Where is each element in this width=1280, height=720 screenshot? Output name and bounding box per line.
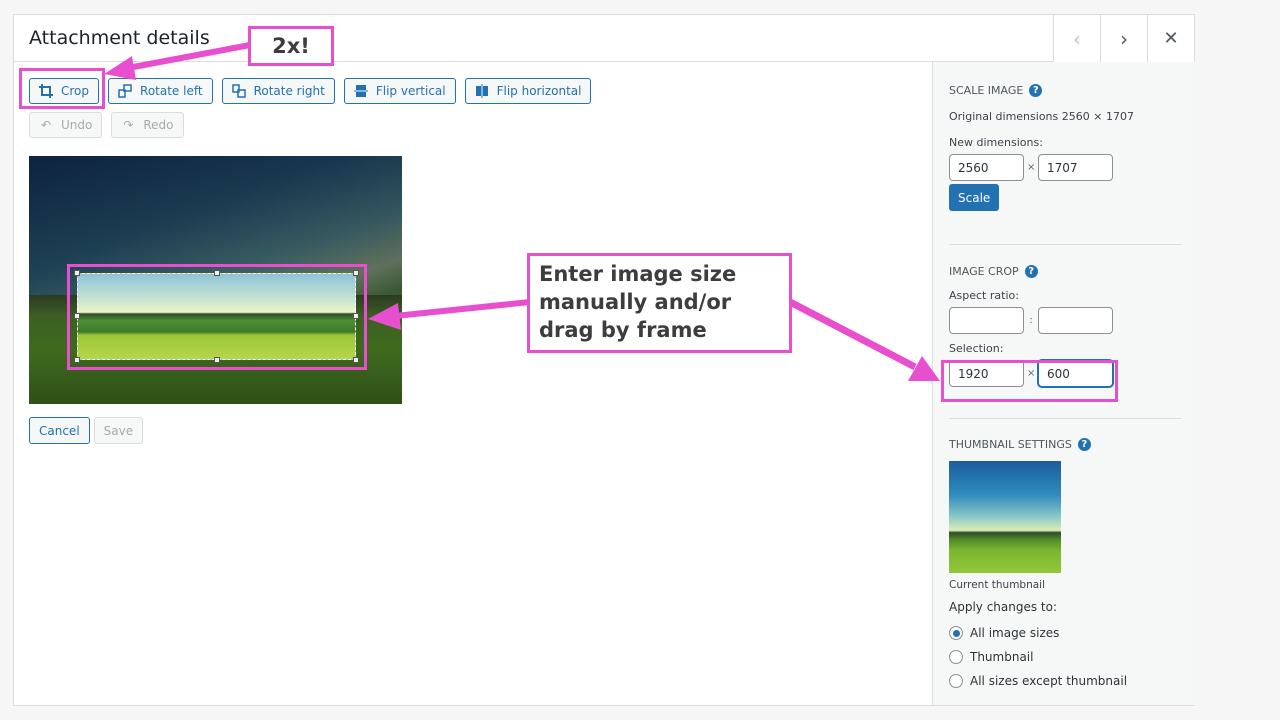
flip-vertical-icon	[353, 84, 368, 98]
image-edit-actions: Cancel Save	[29, 417, 144, 444]
highlight-crop-button	[19, 68, 105, 109]
apply-changes-options: All image sizes Thumbnail All sizes except…	[949, 621, 1181, 693]
current-thumbnail-caption: Current thumbnail	[949, 579, 1046, 591]
redo-button[interactable]: ↷ Redo	[111, 112, 184, 138]
chevron-right-icon: ›	[1120, 26, 1128, 51]
rotate-right-label: Rotate right	[253, 84, 325, 98]
highlight-crop-frame	[67, 264, 367, 370]
thumbnail-settings-title: Thumbnail Settings	[949, 438, 1072, 451]
apply-changes-label: Apply changes to:	[949, 600, 1058, 614]
flip-horizontal-label: Flip horizontal	[496, 84, 582, 98]
dimension-separator: ×	[1027, 162, 1036, 173]
previous-button[interactable]: ‹	[1053, 15, 1100, 62]
selection-label: Selection:	[949, 342, 1004, 355]
next-button[interactable]: ›	[1100, 15, 1147, 62]
apply-option[interactable]: Thumbnail	[949, 645, 1181, 669]
scale-image-section: Scale Image ? Original dimensions 2560 ×…	[949, 84, 1181, 211]
thumbnail-settings-section: Thumbnail Settings ? Current thumbnail A…	[949, 438, 1181, 693]
image-crop-title: Image Crop	[949, 265, 1019, 278]
apply-option-label: All image sizes	[970, 626, 1060, 640]
redo-label: Redo	[143, 118, 174, 132]
flip-horizontal-icon	[475, 84, 489, 98]
flip-vertical-button[interactable]: Flip vertical	[343, 78, 456, 104]
undo-label: Undo	[61, 118, 93, 132]
current-thumbnail-image	[949, 461, 1061, 573]
aspect-separator: :	[1029, 315, 1033, 326]
redo-icon: ↷	[123, 118, 134, 132]
close-button[interactable]: ✕	[1147, 15, 1194, 62]
callout-2x: 2x!	[248, 26, 334, 66]
original-dimensions: Original dimensions 2560 × 1707	[949, 110, 1134, 123]
scale-image-title: Scale Image	[949, 84, 1024, 97]
flip-vertical-label: Flip vertical	[375, 84, 446, 98]
aspect-ratio-width-input[interactable]	[949, 307, 1024, 334]
rotate-right-icon	[231, 84, 246, 98]
save-button[interactable]: Save	[93, 417, 144, 444]
aspect-ratio-height-input[interactable]	[1038, 307, 1113, 334]
callout-instructions: Enter image size manually and/or drag by…	[527, 253, 792, 353]
section-divider	[949, 244, 1181, 245]
section-divider	[949, 418, 1181, 419]
apply-option[interactable]: All image sizes	[949, 621, 1181, 645]
new-dimensions-label: New dimensions:	[949, 136, 1043, 149]
flip-horizontal-button[interactable]: Flip horizontal	[464, 78, 592, 104]
new-dimensions-row: ×	[949, 154, 1181, 181]
undo-button[interactable]: ↶ Undo	[29, 112, 103, 138]
undo-icon: ↶	[40, 118, 52, 132]
modal-title: Attachment details	[29, 27, 210, 49]
highlight-selection-inputs	[941, 360, 1118, 402]
help-icon[interactable]: ?	[1024, 265, 1038, 278]
aspect-ratio-row: :	[949, 307, 1181, 334]
radio-button[interactable]	[949, 674, 963, 688]
apply-option[interactable]: All sizes except thumbnail	[949, 669, 1181, 693]
history-toolbar: ↶ Undo ↷ Redo	[29, 112, 184, 138]
cancel-button[interactable]: Cancel	[29, 417, 90, 444]
scale-height-input[interactable]	[1038, 154, 1113, 181]
help-icon[interactable]: ?	[1077, 438, 1091, 451]
scale-button[interactable]: Scale	[949, 184, 1000, 211]
rotate-left-button[interactable]: Rotate left	[108, 78, 213, 104]
rotate-left-label: Rotate left	[140, 84, 203, 98]
close-icon: ✕	[1163, 28, 1179, 49]
help-icon[interactable]: ?	[1029, 84, 1043, 97]
apply-option-label: Thumbnail	[970, 650, 1034, 664]
radio-button[interactable]	[949, 626, 963, 640]
scale-width-input[interactable]	[949, 154, 1024, 181]
chevron-left-icon: ‹	[1073, 26, 1081, 51]
rotate-left-icon	[118, 84, 132, 98]
aspect-ratio-label: Aspect ratio:	[949, 289, 1019, 302]
rotate-right-button[interactable]: Rotate right	[221, 78, 335, 104]
modal-header: Attachment details ‹ › ✕	[14, 15, 1194, 62]
image-edit-toolbar: Crop Rotate left Rotate right Flip verti…	[29, 78, 592, 104]
apply-option-label: All sizes except thumbnail	[970, 674, 1128, 688]
radio-button[interactable]	[949, 650, 963, 664]
